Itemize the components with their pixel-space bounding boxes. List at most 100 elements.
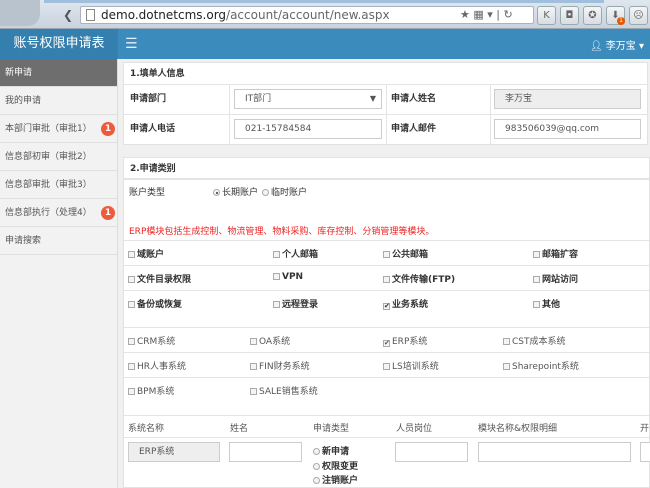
checkbox-icon: [128, 388, 135, 395]
dept-select[interactable]: IT部门 ▼: [234, 89, 382, 109]
lock-icon[interactable]: ◘: [560, 6, 579, 25]
extension-k-icon[interactable]: K: [537, 6, 556, 25]
column-header: 人员岗位: [396, 424, 433, 434]
checkbox-label: Sharepoint系统: [512, 362, 579, 372]
divider: [124, 290, 649, 291]
checkbox-label: CST成本系统: [512, 337, 566, 347]
category-checkbox[interactable]: 邮箱扩容: [533, 247, 578, 260]
radio-label: 临时账户: [271, 188, 308, 198]
position-input[interactable]: [395, 442, 468, 462]
checkbox-icon: [250, 388, 257, 395]
request-type-radio[interactable]: 权限变更: [313, 459, 358, 472]
checkbox-label: 业务系统: [392, 300, 429, 310]
open-input[interactable]: [640, 442, 650, 462]
column-header: 开: [640, 424, 650, 434]
star-icon[interactable]: ★ ▦ ▾ | ↻: [460, 8, 513, 21]
email-field[interactable]: 983506039@qq.com: [494, 119, 641, 139]
system-checkbox[interactable]: OA系统: [250, 334, 290, 347]
checkbox-icon: [250, 338, 257, 345]
menu-toggle-icon[interactable]: ☰: [125, 36, 138, 52]
browser-logo: [0, 0, 40, 26]
count-badge: 1: [101, 122, 115, 136]
request-type-radio[interactable]: 注销账户: [313, 473, 358, 486]
system-checkbox[interactable]: CST成本系统: [503, 334, 566, 347]
checkbox-label: 公共邮箱: [392, 250, 429, 260]
checkbox-label: BPM系统: [137, 387, 175, 397]
category-checkbox[interactable]: 文件传输(FTP): [383, 272, 455, 285]
system-checkbox[interactable]: SALE销售系统: [250, 384, 318, 397]
face-icon[interactable]: ☹: [629, 6, 648, 25]
browser-tabs[interactable]: [44, 0, 604, 3]
back-button[interactable]: ❮: [58, 6, 78, 24]
category-checkbox[interactable]: 备份或恢复: [128, 297, 182, 310]
system-checkbox[interactable]: FIN财务系统: [250, 359, 310, 372]
checkbox-icon: [533, 301, 540, 308]
checkbox-icon: [383, 251, 390, 258]
divider: [124, 377, 649, 378]
sidebar-item-label: 信息部审批（审批3）: [5, 180, 92, 190]
checkbox-label: 网站访问: [542, 275, 579, 285]
account-type-radio[interactable]: 临时账户: [262, 188, 307, 198]
radio-icon: [213, 189, 220, 196]
category-checkbox[interactable]: 公共邮箱: [383, 247, 428, 260]
user-menu[interactable]: 👤︎ 李万宝 ▾: [590, 37, 644, 52]
star-extension-icon[interactable]: ✪: [583, 6, 602, 25]
category-checkbox[interactable]: ✔ 业务系统: [383, 297, 428, 310]
download-icon[interactable]: ⬇ 1: [606, 6, 625, 25]
category-checkbox[interactable]: 文件目录权限: [128, 272, 191, 285]
category-checkbox[interactable]: 域账户: [128, 247, 164, 260]
system-checkbox[interactable]: BPM系统: [128, 384, 174, 397]
checkbox-label: 其他: [542, 300, 561, 310]
account-type-radio[interactable]: 长期账户: [213, 188, 258, 198]
radio-icon: [313, 477, 320, 484]
checkbox-label: 远程登录: [282, 300, 319, 310]
checkbox-icon: [128, 301, 135, 308]
category-checkbox[interactable]: 网站访问: [533, 272, 578, 285]
checkbox-label: 备份或恢复: [137, 300, 183, 310]
sidebar-item[interactable]: 信息部初审（审批2）: [0, 143, 117, 171]
system-name-field[interactable]: ERP系统: [128, 442, 220, 462]
radio-label: 权限变更: [322, 461, 359, 472]
system-checkbox[interactable]: Sharepoint系统: [503, 359, 579, 372]
name-input[interactable]: [229, 442, 302, 462]
account-type-group: 长期账户 临时账户: [213, 185, 311, 198]
column-header: 申请类型: [313, 424, 350, 434]
divider: [124, 240, 649, 241]
name-label: 申请人姓名: [391, 94, 437, 104]
radio-icon: [262, 189, 270, 196]
category-checkbox[interactable]: 其他: [533, 297, 560, 310]
phone-field[interactable]: 021-15784584: [234, 119, 382, 139]
checkbox-icon: [503, 363, 510, 370]
category-checkbox[interactable]: VPN: [273, 272, 303, 282]
radio-icon: [313, 462, 320, 470]
sidebar-item[interactable]: 信息部执行（处理4） 1: [0, 199, 117, 227]
sidebar-item[interactable]: 信息部审批（审批3）: [0, 171, 117, 199]
chevron-down-icon: ▼: [369, 94, 376, 103]
sidebar-item[interactable]: 申请搜索: [0, 227, 117, 255]
sidebar-item[interactable]: 新申请: [0, 59, 117, 87]
name-field[interactable]: 李万宝: [494, 89, 641, 109]
checkbox-icon: [503, 338, 510, 345]
section-title: 1.填单人信息: [124, 63, 647, 85]
request-type-radio[interactable]: 新申请: [313, 444, 349, 457]
column-header: 姓名: [230, 424, 249, 434]
checkbox-label: 文件传输(FTP): [392, 275, 456, 285]
column-header: 模块名称&权限明细: [478, 424, 558, 434]
divider: [124, 352, 649, 353]
system-checkbox[interactable]: LS培训系统: [383, 359, 439, 372]
system-checkbox[interactable]: ✔ ERP系统: [383, 334, 427, 347]
sidebar-item[interactable]: 本部门审批（审批1） 1: [0, 115, 117, 143]
sidebar-item[interactable]: 我的申请: [0, 87, 117, 115]
category-checkbox[interactable]: 个人邮箱: [273, 247, 318, 260]
system-checkbox[interactable]: HR人事系统: [128, 359, 186, 372]
checkbox-icon: [273, 251, 280, 258]
checkbox-icon: [383, 276, 390, 283]
category-checkbox[interactable]: 远程登录: [273, 297, 318, 310]
divider: [124, 265, 649, 266]
checkbox-label: SALE销售系统: [259, 387, 318, 397]
checkbox-label: FIN财务系统: [259, 362, 310, 372]
module-detail-input[interactable]: [478, 442, 631, 462]
system-checkbox[interactable]: CRM系统: [128, 334, 175, 347]
sidebar-item-label: 新申请: [5, 68, 33, 78]
checkbox-label: 域账户: [137, 250, 165, 260]
